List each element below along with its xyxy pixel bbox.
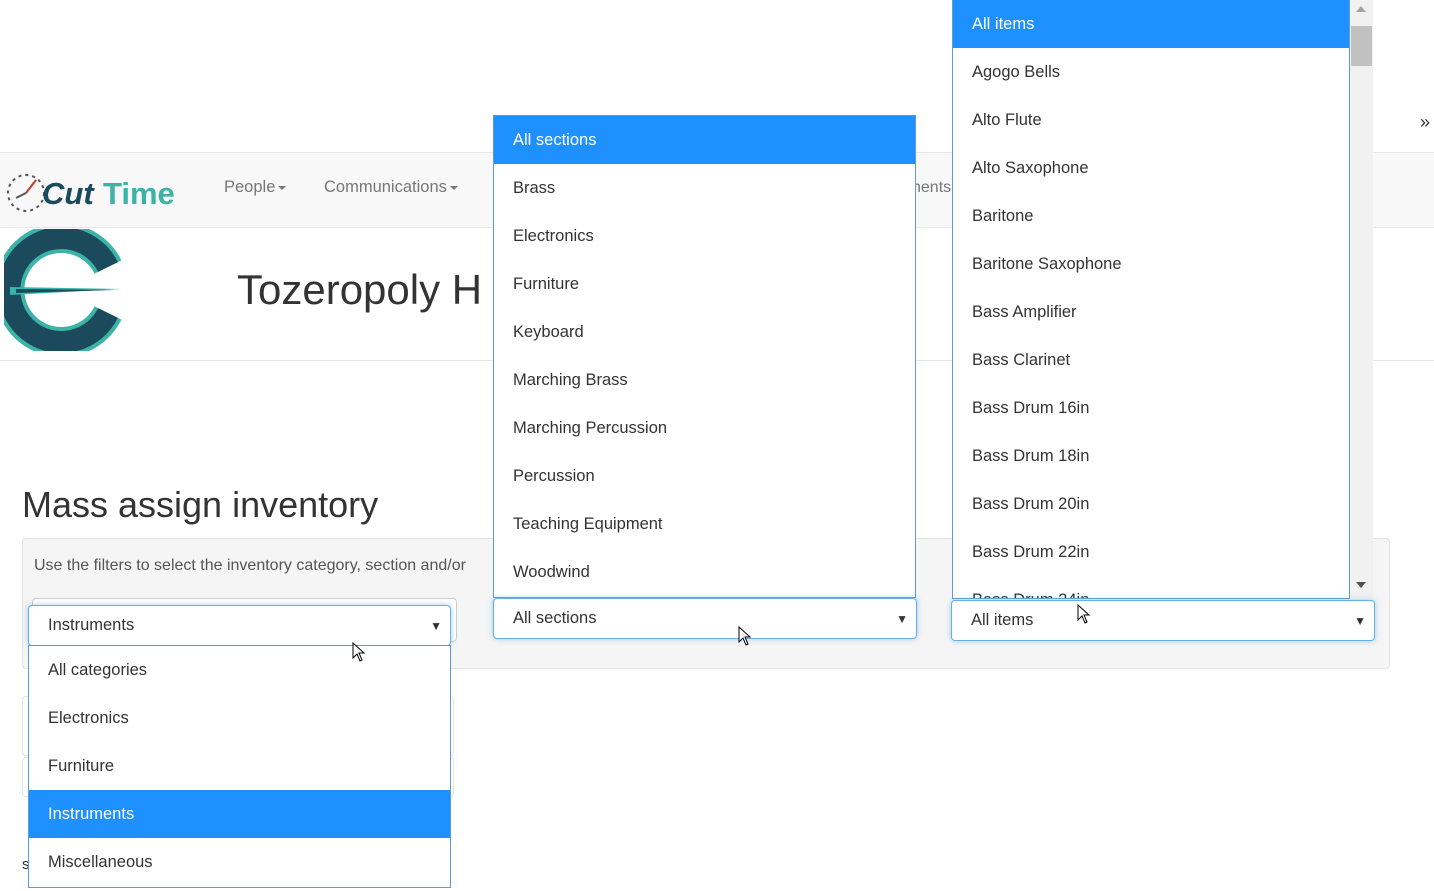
clock-icon xyxy=(7,174,45,212)
nav-people-label: People xyxy=(224,178,276,196)
category-select-value: Instruments xyxy=(48,616,135,634)
caret-down-icon xyxy=(278,185,287,190)
item-option[interactable]: Agogo Bells xyxy=(953,48,1349,96)
item-option[interactable]: Bass Drum 18in xyxy=(953,432,1349,480)
category-option[interactable]: Electronics xyxy=(29,694,450,742)
dropdown-arrow-icon: ▼ xyxy=(430,618,442,633)
section-option[interactable]: Marching Brass xyxy=(494,356,915,404)
dropdown-arrow-icon: ▼ xyxy=(896,611,908,626)
mouse-cursor-icon xyxy=(352,642,366,662)
page-title: Mass assign inventory xyxy=(22,484,379,525)
instructions-text: Use the filters to select the inventory … xyxy=(34,557,466,574)
section-dropdown-list: All sections Brass Electronics Furniture… xyxy=(493,115,916,598)
nav-communications-label: Communications xyxy=(324,178,447,196)
category-option[interactable]: All categories xyxy=(29,646,450,694)
nav-communications[interactable]: Communications xyxy=(324,178,458,197)
item-option[interactable]: Bass Amplifier xyxy=(953,288,1349,336)
section-option-selected[interactable]: All sections xyxy=(494,116,915,164)
expand-chevron-icon[interactable]: » xyxy=(1420,112,1430,133)
dropdown-scrollbar[interactable] xyxy=(1350,0,1373,598)
dropdown-arrow-icon: ▼ xyxy=(1354,613,1366,628)
item-select-value: All items xyxy=(971,611,1034,629)
svg-text:Time: Time xyxy=(103,176,175,211)
item-option[interactable]: Bass Clarinet xyxy=(953,336,1349,384)
nav-item-partial[interactable]: nents xyxy=(912,179,951,197)
section-option[interactable]: Teaching Equipment xyxy=(494,500,915,548)
section-select-value: All sections xyxy=(513,609,597,627)
svg-text:Cut: Cut xyxy=(42,176,95,211)
scroll-down-arrow-icon[interactable] xyxy=(1356,582,1366,588)
mouse-cursor-icon xyxy=(1077,604,1091,624)
item-option[interactable]: Alto Flute xyxy=(953,96,1349,144)
section-option[interactable]: Electronics xyxy=(494,212,915,260)
category-select[interactable]: Instruments ▼ xyxy=(28,605,451,646)
category-option[interactable]: Miscellaneous xyxy=(29,838,450,886)
item-option[interactable]: Bass Drum 20in xyxy=(953,480,1349,528)
item-option-selected[interactable]: All items xyxy=(953,0,1349,48)
item-option[interactable]: Bass Drum 24in xyxy=(953,576,1349,598)
item-option[interactable]: Baritone Saxophone xyxy=(953,240,1349,288)
category-option-selected[interactable]: Instruments xyxy=(29,790,450,838)
org-title: Tozeropoly H xyxy=(237,266,483,313)
section-option[interactable]: Furniture xyxy=(494,260,915,308)
section-option[interactable]: Keyboard xyxy=(494,308,915,356)
section-select[interactable]: All sections ▼ xyxy=(493,598,917,639)
caret-down-icon xyxy=(449,185,458,190)
item-dropdown-list: All items Agogo Bells Alto Flute Alto Sa… xyxy=(952,0,1350,599)
category-dropdown-list: All categories Electronics Furniture Ins… xyxy=(28,645,451,888)
item-option[interactable]: Bass Drum 22in xyxy=(953,528,1349,576)
org-logo xyxy=(0,223,126,357)
item-option[interactable]: Baritone xyxy=(953,192,1349,240)
item-option[interactable]: Bass Drum 16in xyxy=(953,384,1349,432)
mouse-cursor-icon xyxy=(738,626,752,646)
item-option[interactable]: Alto Saxophone xyxy=(953,144,1349,192)
category-option[interactable]: Furniture xyxy=(29,742,450,790)
scroll-up-arrow-icon[interactable] xyxy=(1356,6,1366,12)
cuttime-brand-logo[interactable]: Cut Time xyxy=(2,166,192,218)
nav-people[interactable]: People xyxy=(224,178,287,197)
section-option[interactable]: Brass xyxy=(494,164,915,212)
section-option[interactable]: Woodwind xyxy=(494,548,915,596)
section-option[interactable]: Marching Percussion xyxy=(494,404,915,452)
section-option[interactable]: Percussion xyxy=(494,452,915,500)
scrollbar-thumb[interactable] xyxy=(1351,26,1372,66)
item-select[interactable]: All items ▼ xyxy=(951,600,1375,641)
